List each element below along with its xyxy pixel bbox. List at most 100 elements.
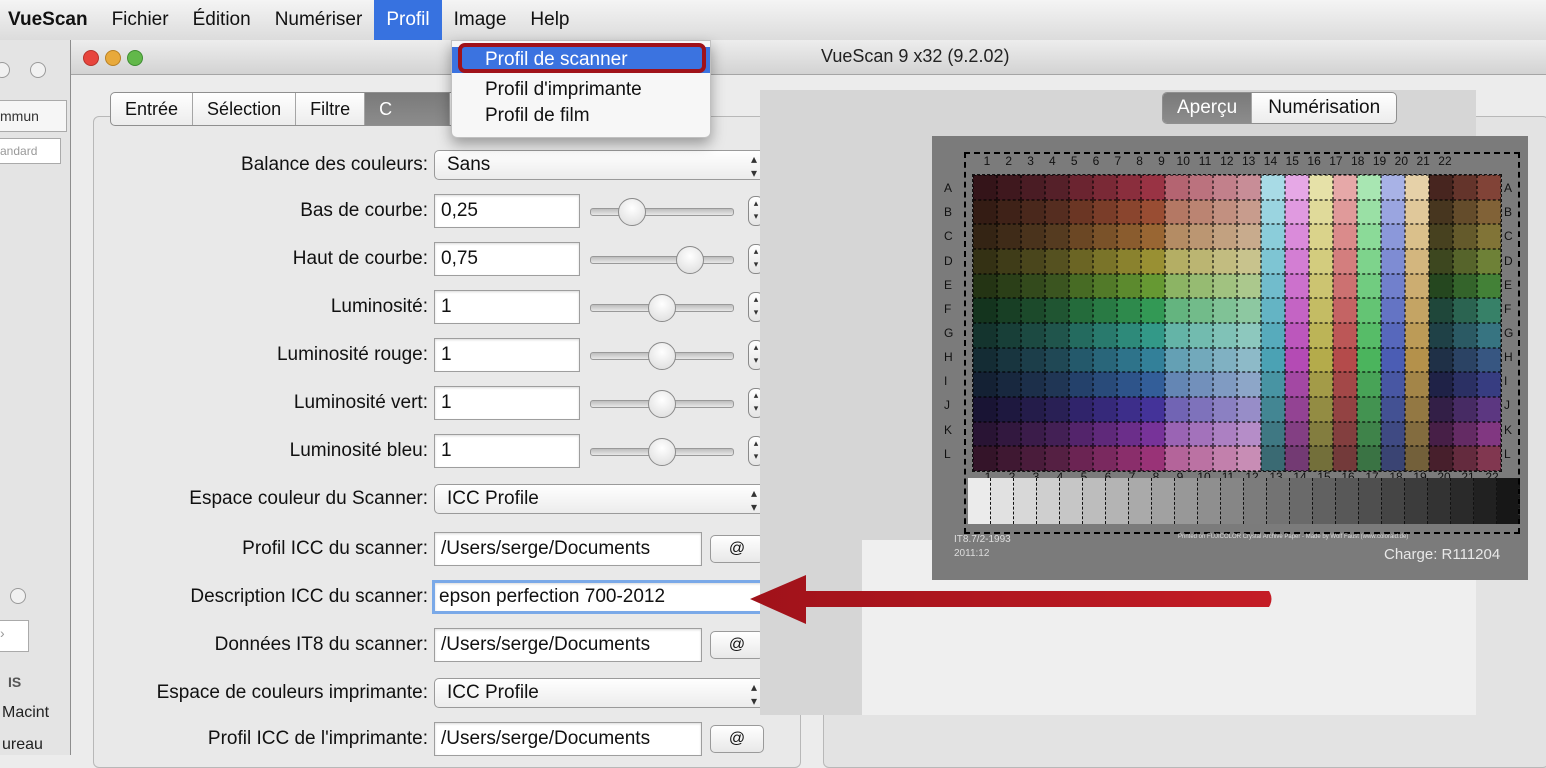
- menu-image[interactable]: Image: [442, 0, 519, 40]
- tab-apercu[interactable]: Aperçu: [1163, 93, 1253, 123]
- printer-color-space-select[interactable]: ICC Profile ▴ ▾: [434, 678, 768, 708]
- row-color-balance: Balance des couleurs: Sans ▴ ▾: [0, 148, 780, 182]
- scanner-icc-profile-label: Profil ICC du scanner:: [242, 538, 428, 559]
- scanner-it8-data-browse-button[interactable]: @: [710, 631, 764, 659]
- window-button-icon[interactable]: [30, 62, 46, 78]
- row-brightness-blue: Luminosité bleu: 1 ▴ ▾: [0, 434, 780, 468]
- scanner-color-space-label: Espace couleur du Scanner:: [189, 488, 428, 509]
- tab-entree[interactable]: Entrée: [111, 93, 194, 125]
- brightness-green-slider-knob[interactable]: [648, 390, 676, 418]
- color-balance-label: Balance des couleurs:: [241, 154, 428, 175]
- target-charge-label: Charge: R111204: [1384, 546, 1501, 563]
- window-title: VueScan 9 x32 (9.2.02): [821, 46, 1010, 66]
- tab-filtre[interactable]: Filtre: [296, 93, 366, 125]
- target-row-label: L: [944, 446, 951, 461]
- target-row-label: D: [944, 253, 953, 268]
- scanner-color-space-select[interactable]: ICC Profile ▴ ▾: [434, 484, 768, 514]
- printer-color-space-label: Espace de couleurs imprimante:: [156, 682, 428, 703]
- arrow-shape: [750, 575, 1272, 624]
- target-row-label: E: [944, 277, 953, 292]
- scanner-color-space-value: ICC Profile: [447, 488, 539, 509]
- menu-fichier[interactable]: Fichier: [100, 0, 181, 40]
- target-row-label: J: [944, 398, 950, 413]
- brightness-field[interactable]: 1: [434, 290, 580, 324]
- brightness-slider-knob[interactable]: [648, 294, 676, 322]
- target-date-label: 2011:12: [954, 548, 990, 559]
- row-scanner-it8-data: Données IT8 du scanner: /Users/serge/Doc…: [0, 628, 780, 662]
- menu-help[interactable]: Help: [518, 0, 581, 40]
- row-brightness-green: Luminosité vert: 1 ▴ ▾: [0, 386, 780, 420]
- curve-high-slider[interactable]: [590, 256, 734, 264]
- target-row-label: H: [944, 350, 953, 365]
- target-row-label: G: [944, 326, 954, 341]
- row-curve-low: Bas de courbe: 0,25 ▴ ▾: [0, 194, 780, 228]
- row-printer-color-space: Espace de couleurs imprimante: ICC Profi…: [0, 676, 780, 710]
- tab-couleur[interactable]: C: [365, 93, 451, 125]
- row-scanner-icc-profile: Profil ICC du scanner: /Users/serge/Docu…: [0, 532, 780, 566]
- scan-selection-rectangle[interactable]: [964, 152, 1520, 534]
- curve-low-label: Bas de courbe:: [300, 200, 428, 221]
- row-brightness-red: Luminosité rouge: 1 ▴ ▾: [0, 338, 780, 372]
- curve-high-field[interactable]: 0,75: [434, 242, 580, 276]
- brightness-red-label: Luminosité rouge:: [276, 344, 428, 365]
- color-balance-select[interactable]: Sans ▴ ▾: [434, 150, 768, 180]
- menu-item-profil-imprimante[interactable]: Profil d'imprimante: [452, 77, 710, 103]
- brightness-red-field[interactable]: 1: [434, 338, 580, 372]
- printer-color-space-value: ICC Profile: [447, 682, 539, 703]
- menu-numeriser[interactable]: Numériser: [263, 0, 375, 40]
- menu-bar: VueScan Fichier Édition Numériser Profil…: [0, 0, 1546, 41]
- printer-icc-profile-label: Profil ICC de l'imprimante:: [207, 728, 428, 749]
- close-window-icon[interactable]: [83, 50, 99, 66]
- scanner-it8-data-field[interactable]: /Users/serge/Documents: [434, 628, 702, 662]
- target-row-label: I: [944, 374, 948, 389]
- curve-low-field[interactable]: 0,25: [434, 194, 580, 228]
- annotation-arrow: [750, 575, 1272, 624]
- scanner-it8-data-label: Données IT8 du scanner:: [214, 634, 428, 655]
- scanner-icc-description-field[interactable]: epson perfection 700-2012: [432, 580, 770, 614]
- brightness-green-field[interactable]: 1: [434, 386, 580, 420]
- target-row-label: B: [944, 205, 953, 220]
- color-balance-value: Sans: [447, 154, 491, 175]
- target-print-info: Printed on FUJICOLOR Crystal Archive Pap…: [1178, 534, 1409, 540]
- minimize-window-icon[interactable]: [105, 50, 121, 66]
- brightness-red-slider-knob[interactable]: [648, 342, 676, 370]
- row-brightness: Luminosité: 1 ▴ ▾: [0, 290, 780, 324]
- target-row-label: A: [944, 181, 953, 196]
- annotation-highlight-box: [458, 43, 706, 73]
- window-button-icon[interactable]: [0, 62, 10, 78]
- printer-icc-profile-field[interactable]: /Users/serge/Documents: [434, 722, 702, 756]
- row-scanner-color-space: Espace couleur du Scanner: ICC Profile ▴…: [0, 482, 780, 516]
- curve-low-slider-knob[interactable]: [618, 198, 646, 226]
- popup-arrows-icon: ▴ ▾: [750, 486, 757, 514]
- target-row-label: K: [944, 422, 953, 437]
- curve-high-label: Haut de courbe:: [292, 248, 428, 269]
- target-standard-label: IT8.7/2-1993: [954, 534, 1011, 545]
- target-row-labels: ABCDEFGHIJKL: [944, 176, 953, 466]
- curve-high-slider-knob[interactable]: [676, 246, 704, 274]
- it8-target-image[interactable]: 1 2 3 4 5 6 7 8 9 10 11 12 13 14 15 16 17 18 19 20 21 22 ABCD…: [932, 136, 1528, 580]
- printer-icc-profile-browse-button[interactable]: @: [710, 725, 764, 753]
- popup-arrows-icon: ▴ ▾: [750, 680, 757, 708]
- brightness-green-label: Luminosité vert:: [293, 392, 428, 413]
- menu-profil[interactable]: Profil: [374, 0, 442, 40]
- zoom-window-icon[interactable]: [127, 50, 143, 66]
- target-row-label: C: [944, 229, 953, 244]
- brightness-blue-field[interactable]: 1: [434, 434, 580, 468]
- brightness-blue-label: Luminosité bleu:: [289, 440, 428, 461]
- row-printer-icc-profile: Profil ICC de l'imprimante: /Users/serge…: [0, 722, 780, 756]
- menu-item-profil-film[interactable]: Profil de film: [452, 103, 710, 129]
- brightness-blue-slider-knob[interactable]: [648, 438, 676, 466]
- scanner-icc-profile-field[interactable]: /Users/serge/Documents: [434, 532, 702, 566]
- preview-tabs: Aperçu Numérisation: [1162, 92, 1398, 124]
- popup-arrows-icon: ▴ ▾: [750, 152, 757, 180]
- tab-selection[interactable]: Sélection: [193, 93, 297, 125]
- curve-low-slider[interactable]: [590, 208, 734, 216]
- scanner-icc-description-label: Description ICC du scanner:: [190, 586, 428, 607]
- background-tab[interactable]: mmun: [0, 100, 67, 132]
- tab-numerisation[interactable]: Numérisation: [1252, 93, 1396, 123]
- row-scanner-icc-description: Description ICC du scanner: epson perfec…: [0, 580, 780, 614]
- scanner-icc-profile-browse-button[interactable]: @: [710, 535, 764, 563]
- menu-edition[interactable]: Édition: [181, 0, 263, 40]
- menu-app-vuescan[interactable]: VueScan: [0, 0, 100, 40]
- brightness-label: Luminosité:: [330, 296, 428, 317]
